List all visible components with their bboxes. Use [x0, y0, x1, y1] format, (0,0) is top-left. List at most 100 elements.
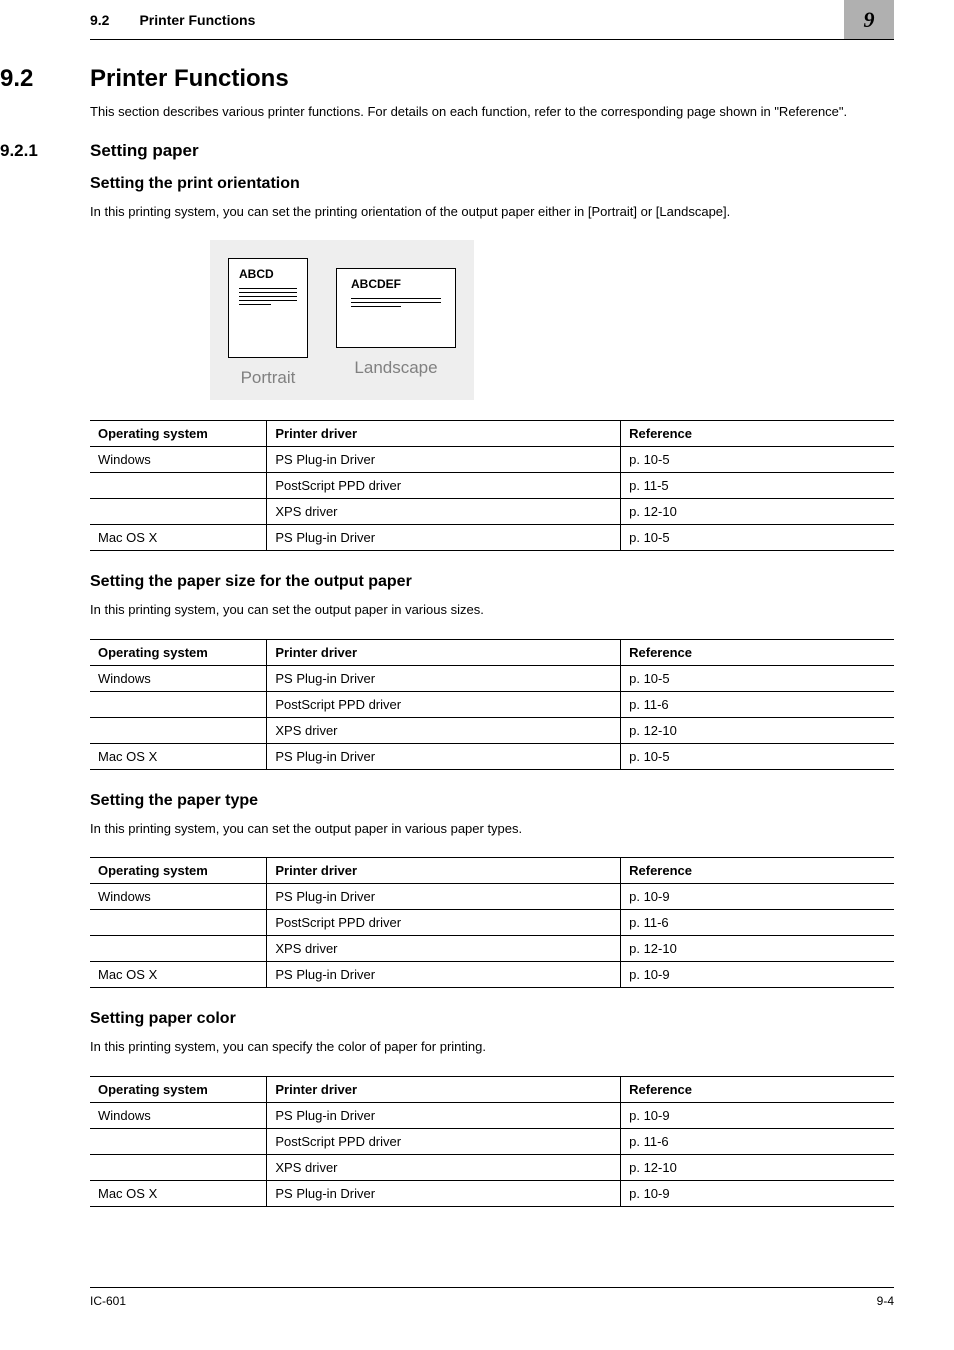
cell-os: Windows	[90, 1102, 267, 1128]
cell-driver: XPS driver	[267, 717, 621, 743]
cell-reference: p. 10-5	[621, 743, 894, 769]
cell-driver: XPS driver	[267, 936, 621, 962]
table-row: XPS driver p. 12-10	[90, 936, 894, 962]
table-row: Mac OS X PS Plug-in Driver p. 10-9	[90, 962, 894, 988]
cell-os: Mac OS X	[90, 525, 267, 551]
intro-paragraph: This section describes various printer f…	[90, 103, 894, 121]
table-row: XPS driver p. 12-10	[90, 717, 894, 743]
cell-reference: p. 11-6	[621, 691, 894, 717]
cell-os	[90, 499, 267, 525]
cell-driver: XPS driver	[267, 1154, 621, 1180]
th-reference: Reference	[621, 1076, 894, 1102]
cell-os: Windows	[90, 884, 267, 910]
th-reference: Reference	[621, 421, 894, 447]
cell-os: Mac OS X	[90, 962, 267, 988]
portrait-page-icon: ABCD	[228, 258, 308, 358]
table-header-row: Operating system Printer driver Referenc…	[90, 421, 894, 447]
s4-paragraph: In this printing system, you can specify…	[90, 1038, 894, 1056]
heading-1: 9.2 Printer Functions	[90, 65, 894, 93]
cell-driver: PostScript PPD driver	[267, 473, 621, 499]
cell-os: Windows	[90, 447, 267, 473]
orientation-illustration-box: ABCD Portrait ABCDEF Landscape	[210, 240, 474, 400]
cell-driver: PostScript PPD driver	[267, 1128, 621, 1154]
header-section-title: Printer Functions	[139, 12, 255, 28]
cell-os	[90, 1154, 267, 1180]
th-os: Operating system	[90, 639, 267, 665]
th-driver: Printer driver	[267, 1076, 621, 1102]
header-left: 9.2 Printer Functions	[90, 0, 844, 39]
cell-driver: PostScript PPD driver	[267, 691, 621, 717]
table-header-row: Operating system Printer driver Referenc…	[90, 1076, 894, 1102]
cell-reference: p. 10-9	[621, 1102, 894, 1128]
portrait-caption: Portrait	[241, 368, 296, 388]
s4-table: Operating system Printer driver Referenc…	[90, 1076, 894, 1207]
page-footer: IC-601 9-4	[90, 1287, 894, 1308]
cell-os	[90, 473, 267, 499]
s2-paragraph: In this printing system, you can set the…	[90, 601, 894, 619]
table-row: Windows PS Plug-in Driver p. 10-9	[90, 884, 894, 910]
cell-driver: PS Plug-in Driver	[267, 962, 621, 988]
cell-reference: p. 12-10	[621, 936, 894, 962]
cell-os	[90, 936, 267, 962]
th-reference: Reference	[621, 639, 894, 665]
table-row: Windows PS Plug-in Driver p. 10-9	[90, 1102, 894, 1128]
cell-reference: p. 10-5	[621, 665, 894, 691]
s1-heading: Setting the print orientation	[90, 175, 894, 193]
orientation-illustration: ABCD Portrait ABCDEF Landscape	[90, 240, 894, 420]
cell-os: Mac OS X	[90, 1180, 267, 1206]
table-header-row: Operating system Printer driver Referenc…	[90, 639, 894, 665]
th-os: Operating system	[90, 858, 267, 884]
cell-reference: p. 10-9	[621, 962, 894, 988]
th-driver: Printer driver	[267, 858, 621, 884]
th-os: Operating system	[90, 421, 267, 447]
cell-os: Mac OS X	[90, 743, 267, 769]
table-row: XPS driver p. 12-10	[90, 1154, 894, 1180]
header-section-number: 9.2	[90, 12, 109, 28]
s3-paragraph: In this printing system, you can set the…	[90, 820, 894, 838]
cell-driver: PS Plug-in Driver	[267, 743, 621, 769]
s1-paragraph: In this printing system, you can set the…	[90, 203, 894, 221]
heading-1-title: Printer Functions	[90, 65, 289, 93]
landscape-page-icon: ABCDEF	[336, 268, 456, 348]
table-row: PostScript PPD driver p. 11-6	[90, 1128, 894, 1154]
table-row: Mac OS X PS Plug-in Driver p. 10-5	[90, 743, 894, 769]
table-row: Windows PS Plug-in Driver p. 10-5	[90, 665, 894, 691]
landscape-caption: Landscape	[354, 358, 437, 378]
cell-reference: p. 12-10	[621, 499, 894, 525]
th-os: Operating system	[90, 1076, 267, 1102]
cell-driver: PS Plug-in Driver	[267, 665, 621, 691]
cell-reference: p. 10-5	[621, 525, 894, 551]
cell-driver: PS Plug-in Driver	[267, 525, 621, 551]
s2-table: Operating system Printer driver Referenc…	[90, 639, 894, 770]
heading-2: 9.2.1 Setting paper	[90, 141, 894, 161]
footer-right: 9-4	[877, 1294, 894, 1308]
portrait-column: ABCD Portrait	[228, 258, 308, 388]
cell-os	[90, 910, 267, 936]
heading-2-title: Setting paper	[90, 141, 199, 161]
cell-driver: PostScript PPD driver	[267, 910, 621, 936]
cell-reference: p. 11-6	[621, 1128, 894, 1154]
s1-table: Operating system Printer driver Referenc…	[90, 420, 894, 551]
table-header-row: Operating system Printer driver Referenc…	[90, 858, 894, 884]
portrait-page-label: ABCD	[239, 267, 297, 281]
cell-reference: p. 10-9	[621, 884, 894, 910]
cell-driver: XPS driver	[267, 499, 621, 525]
cell-reference: p. 11-5	[621, 473, 894, 499]
table-row: PostScript PPD driver p. 11-6	[90, 691, 894, 717]
table-row: PostScript PPD driver p. 11-6	[90, 910, 894, 936]
page-header: 9.2 Printer Functions 9	[90, 0, 894, 40]
cell-reference: p. 12-10	[621, 717, 894, 743]
cell-os	[90, 1128, 267, 1154]
cell-driver: PS Plug-in Driver	[267, 1180, 621, 1206]
cell-os: Windows	[90, 665, 267, 691]
cell-reference: p. 11-6	[621, 910, 894, 936]
table-row: Windows PS Plug-in Driver p. 10-5	[90, 447, 894, 473]
table-row: Mac OS X PS Plug-in Driver p. 10-5	[90, 525, 894, 551]
table-row: PostScript PPD driver p. 11-5	[90, 473, 894, 499]
th-driver: Printer driver	[267, 421, 621, 447]
landscape-page-label: ABCDEF	[351, 277, 441, 291]
cell-reference: p. 12-10	[621, 1154, 894, 1180]
footer-left: IC-601	[90, 1294, 126, 1308]
s4-heading: Setting paper color	[90, 1010, 894, 1028]
cell-os	[90, 717, 267, 743]
